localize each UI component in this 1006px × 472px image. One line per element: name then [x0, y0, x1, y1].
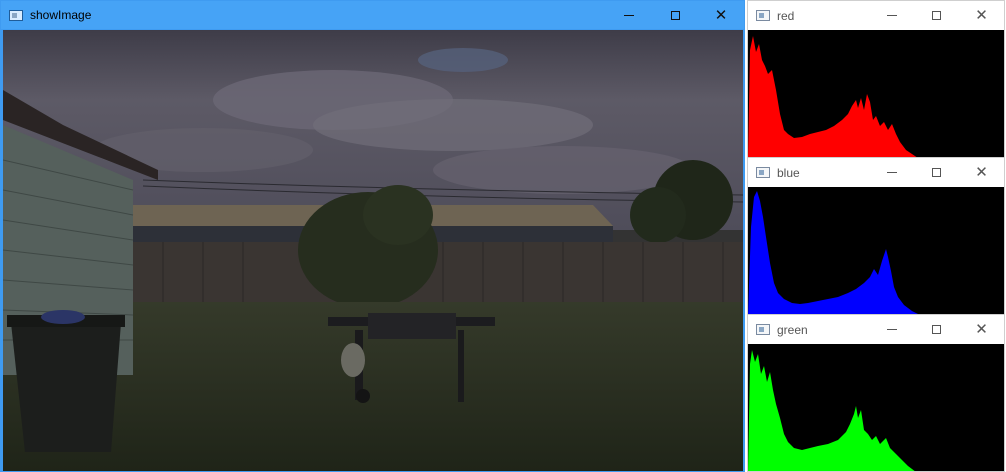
title-bar[interactable]: showImage ✕: [1, 1, 744, 29]
close-icon: ✕: [975, 321, 988, 338]
maximize-button[interactable]: [652, 1, 698, 29]
window-title: showImage: [30, 8, 92, 22]
close-button[interactable]: ✕: [959, 159, 1004, 187]
minimize-button[interactable]: [869, 159, 914, 187]
histogram-canvas: [748, 30, 1004, 157]
maximize-icon: [932, 168, 941, 177]
minimize-button[interactable]: [606, 1, 652, 29]
window-app-icon: [756, 324, 770, 335]
minimize-button[interactable]: [869, 2, 914, 30]
close-button[interactable]: ✕: [959, 316, 1004, 344]
close-icon: ✕: [975, 164, 988, 181]
title-bar[interactable]: green ✕: [748, 315, 1004, 344]
close-icon: ✕: [714, 6, 728, 24]
window-app-icon: [9, 9, 23, 21]
maximize-icon: [932, 325, 941, 334]
window-title: green: [777, 322, 808, 337]
maximize-icon: [932, 11, 941, 20]
blue-histogram-plot: [748, 191, 918, 314]
close-button[interactable]: ✕: [959, 2, 1004, 30]
red-histogram-area: [748, 36, 917, 157]
maximize-icon: [670, 10, 680, 20]
blue-histogram-window[interactable]: blue ✕: [747, 157, 1005, 315]
green-histogram-area: [748, 350, 915, 471]
maximize-button[interactable]: [914, 159, 959, 187]
title-bar[interactable]: blue ✕: [748, 158, 1004, 187]
title-bar[interactable]: red ✕: [748, 1, 1004, 30]
showimage-window[interactable]: showImage ✕: [0, 0, 745, 472]
maximize-button[interactable]: [914, 316, 959, 344]
window-title: blue: [777, 165, 800, 180]
window-app-icon: [756, 167, 770, 178]
close-button[interactable]: ✕: [698, 1, 744, 29]
maximize-button[interactable]: [914, 2, 959, 30]
backyard-photo: [3, 30, 743, 471]
green-histogram-plot: [748, 350, 915, 471]
minimize-icon: [886, 329, 897, 330]
green-histogram-window[interactable]: green ✕: [747, 314, 1005, 472]
window-app-icon: [756, 10, 770, 21]
window-title: red: [777, 8, 795, 23]
close-icon: ✕: [975, 7, 988, 24]
minimize-icon: [886, 172, 897, 173]
minimize-icon: [886, 15, 897, 16]
red-histogram-window[interactable]: red ✕: [747, 0, 1005, 158]
blue-histogram-area: [748, 191, 918, 314]
red-histogram-plot: [748, 36, 917, 157]
minimize-button[interactable]: [869, 316, 914, 344]
minimize-icon: [624, 14, 634, 16]
image-canvas: [3, 30, 743, 471]
histogram-canvas: [748, 344, 1004, 471]
histogram-canvas: [748, 187, 1004, 314]
